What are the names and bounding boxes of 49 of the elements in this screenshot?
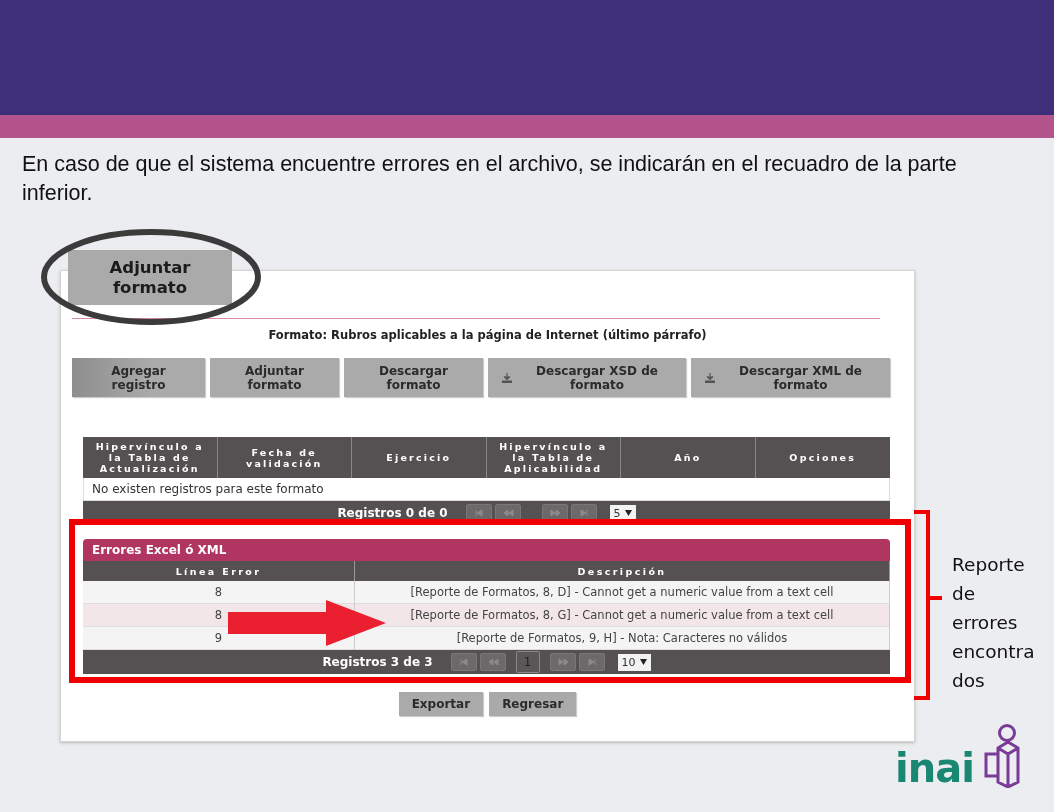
action-button[interactable]: Regresar bbox=[489, 692, 577, 716]
annotation-text: dos bbox=[952, 669, 986, 693]
column-header: Fecha de validación bbox=[217, 437, 352, 478]
download-icon bbox=[502, 372, 512, 383]
page-size-dropdown[interactable]: 10 bbox=[617, 653, 651, 671]
arrow-icon bbox=[228, 600, 386, 646]
previous-page-button[interactable] bbox=[479, 653, 506, 671]
previous-page-icon bbox=[486, 656, 499, 668]
last-page-icon bbox=[577, 507, 590, 519]
record-count: Registros 0 de 0 bbox=[337, 506, 448, 520]
panel-header: Errores Excel ó XML bbox=[83, 539, 890, 561]
next-page-icon bbox=[556, 656, 569, 668]
column-header: Descripción bbox=[355, 561, 890, 581]
annotation-text: errores bbox=[952, 611, 1019, 635]
first-page-icon bbox=[472, 507, 485, 519]
toolbar-button[interactable]: Adjuntar formato bbox=[210, 358, 339, 397]
toolbar-button[interactable]: Descargar formato bbox=[344, 358, 483, 397]
record-count: Registros 3 de 3 bbox=[322, 655, 433, 669]
table-cell: [Reporte de Formatos, 8, G] - Cannot get a numeric value from a text cell bbox=[355, 604, 890, 627]
toolbar-button[interactable]: Descargar XSD de formato bbox=[488, 358, 686, 397]
column-header: Línea Error bbox=[83, 561, 355, 581]
last-page-button[interactable] bbox=[578, 653, 605, 671]
previous-page-icon bbox=[501, 507, 514, 519]
attach-format-button[interactable]: Adjuntar formato bbox=[68, 250, 232, 305]
annotation-text: de bbox=[952, 582, 977, 606]
first-page-button[interactable] bbox=[450, 653, 477, 671]
table-cell: 8 bbox=[83, 581, 355, 604]
download-icon bbox=[705, 372, 715, 383]
column-header: Año bbox=[621, 437, 756, 478]
instruction-text: En caso de que el sistema encuentre errores en el archivo, se indicarán en el recuadro de la parte inferior. bbox=[21, 151, 958, 207]
table-cell: [Reporte de Formatos, 8, D] - Cannot get a numeric value from a text cell bbox=[355, 581, 890, 604]
table-cell: [Reporte de Formatos, 9, H] - Nota: Caracteres no válidos bbox=[355, 627, 890, 650]
column-header: Hipervínculo a la Tabla de Aplicabilidad bbox=[486, 437, 621, 478]
column-header: Opciones bbox=[788, 451, 858, 465]
action-button[interactable]: Exportar bbox=[398, 692, 484, 716]
toolbar-button[interactable]: Agregar registro bbox=[72, 358, 205, 397]
first-page-icon bbox=[457, 656, 470, 668]
logo-text: inai bbox=[895, 748, 974, 788]
next-page-icon bbox=[548, 507, 561, 519]
annotation-text: Reporte bbox=[952, 553, 1026, 577]
toolbar-button[interactable]: Descargar XML de formato bbox=[691, 358, 890, 397]
annotation-text: encontra bbox=[952, 640, 1035, 664]
last-page-icon bbox=[585, 656, 598, 668]
dropdown-caret-icon bbox=[624, 510, 632, 516]
column-header: Hipervínculo a la Tabla de Actualización bbox=[83, 437, 218, 478]
dropdown-caret-icon bbox=[639, 659, 647, 665]
column-header: Ejercicio bbox=[352, 437, 487, 478]
format-title: Formato: Rubros aplicables a la página de Internet (último párrafo) bbox=[267, 327, 708, 344]
next-page-button[interactable] bbox=[549, 653, 576, 671]
